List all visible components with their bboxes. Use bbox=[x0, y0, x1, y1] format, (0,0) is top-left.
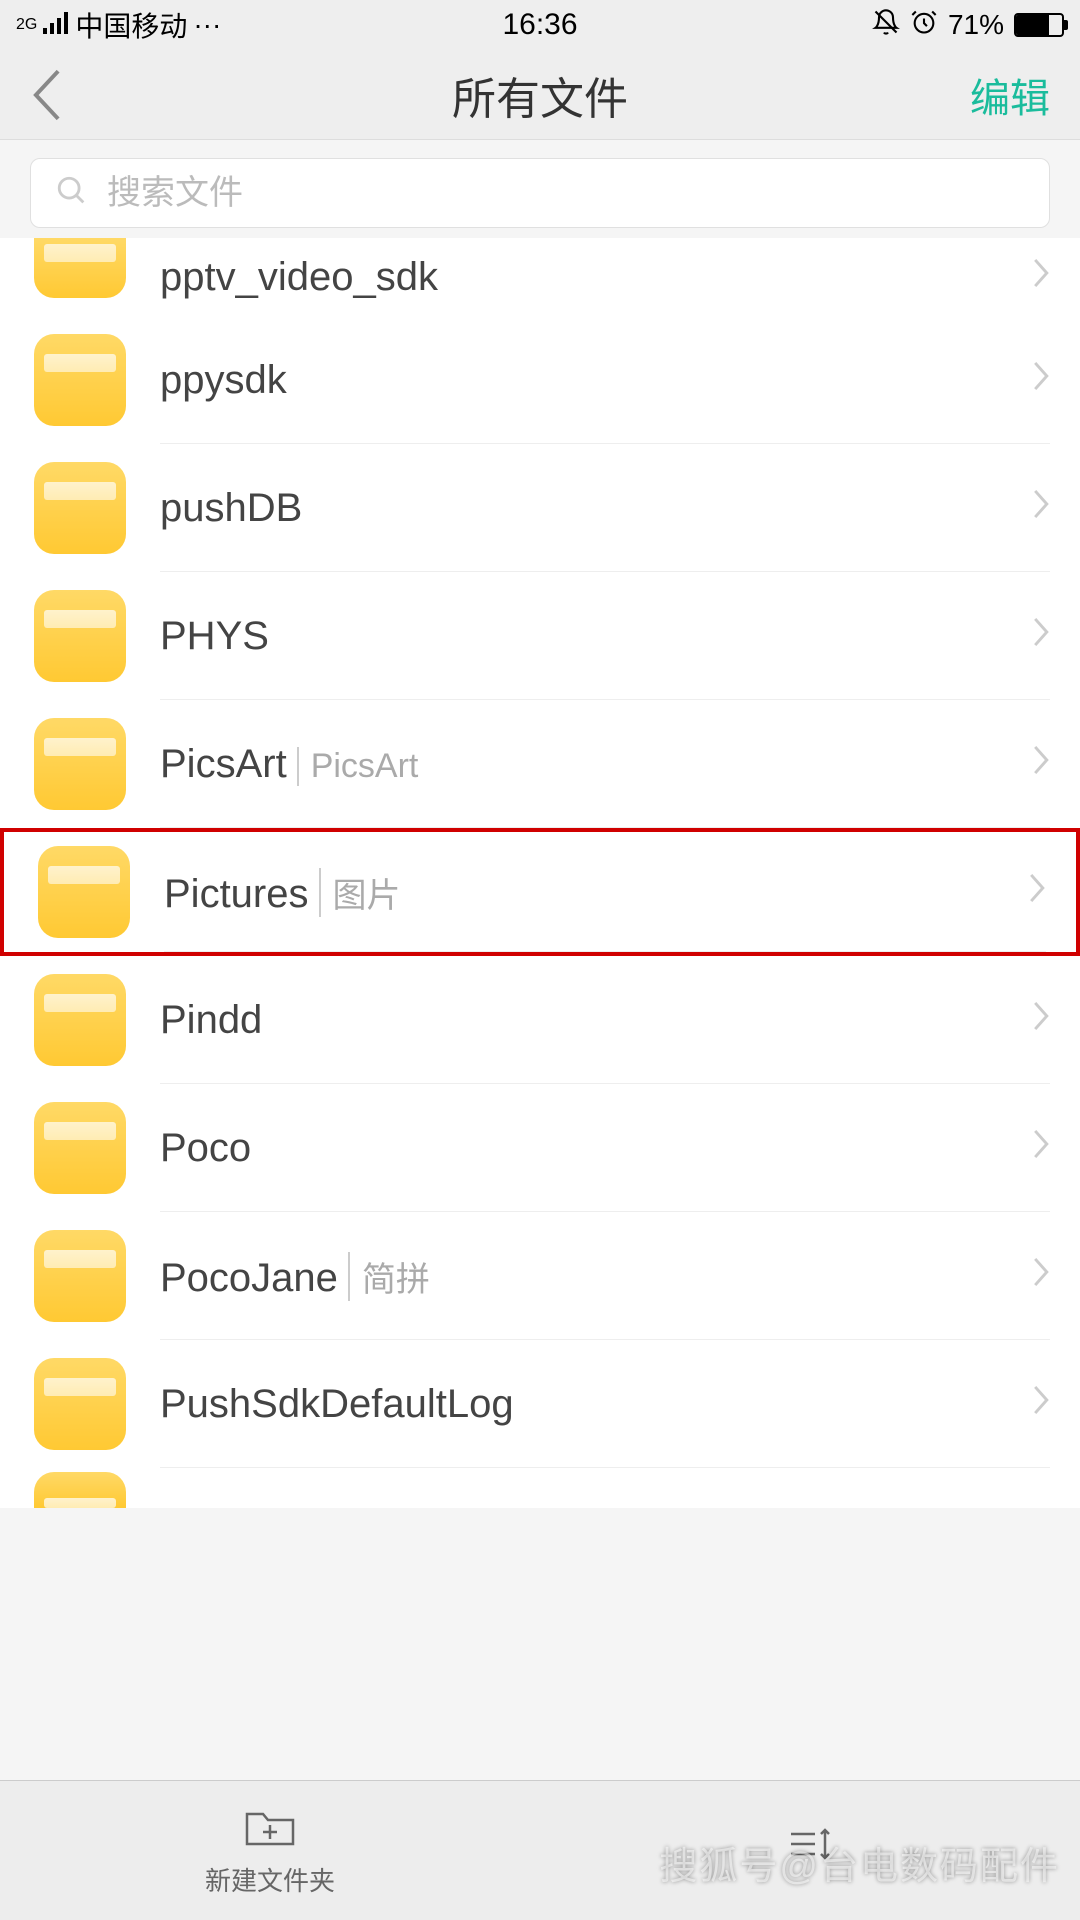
file-list: pptv_video_sdkppysdkpushDBPHYSPicsArtPic… bbox=[0, 238, 1080, 1508]
search-box[interactable] bbox=[30, 158, 1050, 228]
battery-percent: 71% bbox=[948, 9, 1004, 41]
folder-item[interactable]: ppysdk bbox=[0, 316, 1080, 444]
folder-icon bbox=[34, 1102, 126, 1194]
new-folder-button[interactable]: 新建文件夹 bbox=[0, 1781, 540, 1920]
folder-name: Poco bbox=[160, 1126, 1032, 1171]
search-container bbox=[0, 140, 1080, 238]
folder-icon bbox=[34, 1472, 126, 1508]
status-bar: 2G 中国移动 ··· 16:36 71% bbox=[0, 0, 1080, 50]
chevron-right-icon bbox=[1032, 743, 1050, 785]
chevron-right-icon bbox=[1032, 1383, 1050, 1425]
folder-icon bbox=[34, 334, 126, 426]
chevron-right-icon bbox=[1032, 999, 1050, 1041]
folder-item[interactable]: Pindd bbox=[0, 956, 1080, 1084]
header: 所有文件 编辑 bbox=[0, 50, 1080, 140]
sort-button[interactable] bbox=[540, 1781, 1080, 1920]
folder-sublabel: 简拼 bbox=[348, 1252, 430, 1301]
folder-name: PHYS bbox=[160, 614, 1032, 659]
folder-icon bbox=[34, 718, 126, 810]
folder-sublabel: 图片 bbox=[319, 868, 401, 917]
status-time: 16:36 bbox=[502, 8, 577, 42]
sort-icon bbox=[785, 1822, 835, 1871]
edit-button[interactable]: 编辑 bbox=[970, 66, 1050, 124]
folder-name: pptv_video_sdk bbox=[160, 255, 1032, 300]
folder-item[interactable]: PocoJane简拼 bbox=[0, 1212, 1080, 1340]
folder-name: pushDB bbox=[160, 486, 1032, 531]
folder-item[interactable]: Poco bbox=[0, 1084, 1080, 1212]
folder-icon bbox=[34, 974, 126, 1066]
carrier-label: 中国移动 bbox=[75, 5, 187, 45]
folder-sublabel: PicsArt bbox=[297, 747, 419, 786]
folder-item[interactable]: PHYS bbox=[0, 572, 1080, 700]
folder-name: ppysdk bbox=[160, 358, 1032, 403]
folder-name: PocoJane简拼 bbox=[160, 1252, 1032, 1301]
new-folder-icon bbox=[243, 1804, 297, 1853]
folder-icon bbox=[34, 1358, 126, 1450]
folder-item[interactable] bbox=[0, 1468, 1080, 1508]
battery-icon bbox=[1014, 13, 1064, 37]
folder-item[interactable]: PicsArtPicsArt bbox=[0, 700, 1080, 828]
signal-type: 2G bbox=[16, 16, 37, 34]
search-icon bbox=[55, 174, 89, 213]
folder-icon bbox=[38, 846, 130, 938]
folder-name: Pictures图片 bbox=[164, 868, 1028, 917]
folder-item[interactable]: PushSdkDefaultLog bbox=[0, 1340, 1080, 1468]
chevron-right-icon bbox=[1028, 871, 1046, 913]
folder-icon bbox=[34, 1230, 126, 1322]
back-button[interactable] bbox=[30, 68, 80, 122]
chevron-right-icon bbox=[1032, 1127, 1050, 1169]
folder-item[interactable]: pushDB bbox=[0, 444, 1080, 572]
chevron-right-icon bbox=[1032, 487, 1050, 529]
bottom-bar: 新建文件夹 bbox=[0, 1780, 1080, 1920]
more-icon: ··· bbox=[193, 9, 221, 41]
folder-icon bbox=[34, 462, 126, 554]
search-input[interactable] bbox=[107, 174, 1025, 213]
folder-name: PushSdkDefaultLog bbox=[160, 1382, 1032, 1427]
folder-icon bbox=[34, 238, 126, 298]
page-title: 所有文件 bbox=[452, 63, 628, 127]
new-folder-label: 新建文件夹 bbox=[205, 1861, 335, 1898]
folder-item[interactable]: Pictures图片 bbox=[0, 828, 1080, 956]
dnd-icon bbox=[872, 8, 900, 43]
signal-icon bbox=[43, 9, 69, 41]
chevron-right-icon bbox=[1032, 1255, 1050, 1297]
chevron-right-icon bbox=[1032, 359, 1050, 401]
folder-name: Pindd bbox=[160, 998, 1032, 1043]
alarm-icon bbox=[910, 8, 938, 43]
chevron-right-icon bbox=[1032, 256, 1050, 298]
folder-icon bbox=[34, 590, 126, 682]
chevron-right-icon bbox=[1032, 615, 1050, 657]
folder-name: PicsArtPicsArt bbox=[160, 742, 1032, 787]
folder-item[interactable]: pptv_video_sdk bbox=[0, 238, 1080, 316]
